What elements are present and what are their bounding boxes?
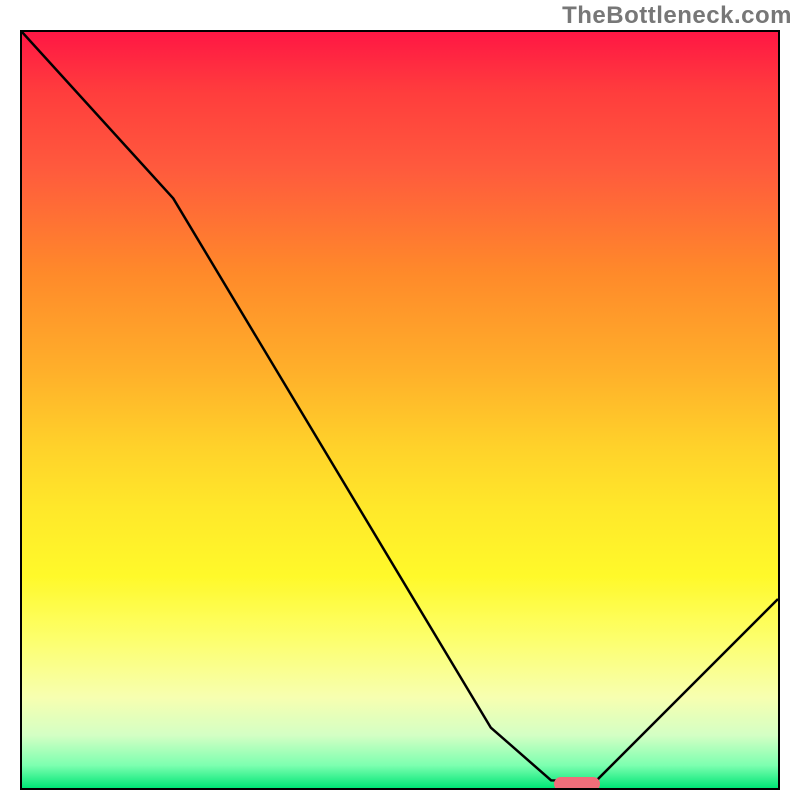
bottleneck-curve-line <box>22 32 778 780</box>
chart-svg <box>22 32 778 788</box>
plot-area <box>20 30 780 790</box>
watermark-text: TheBottleneck.com <box>562 2 792 30</box>
optimal-range-marker <box>554 777 600 790</box>
chart-container: TheBottleneck.com <box>0 0 800 800</box>
